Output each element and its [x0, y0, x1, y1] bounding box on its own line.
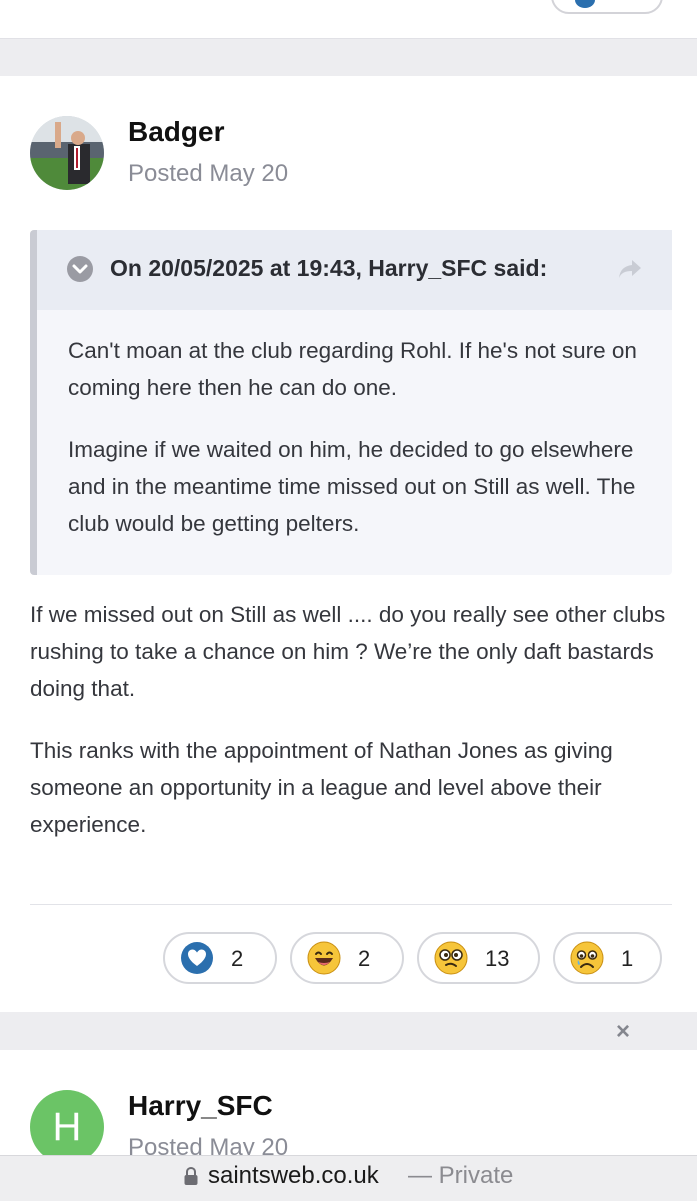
reaction-count: 2: [231, 946, 244, 971]
chevron-down-icon[interactable]: [67, 256, 93, 282]
quote-block: On 20/05/2025 at 19:43, Harry_SFC said: …: [30, 230, 672, 575]
quote-text: Can't moan at the club regarding Rohl. I…: [68, 332, 658, 567]
quote-attribution: On 20/05/2025 at 19:43, Harry_SFC said:: [110, 255, 548, 281]
post-date: Posted May 20: [128, 160, 289, 187]
post-content: If we missed out on Still as well .... d…: [30, 596, 680, 868]
author-name[interactable]: Harry_SFC: [128, 1090, 273, 1122]
reaction-confused[interactable]: 13: [417, 932, 540, 984]
avatar[interactable]: H: [30, 1090, 104, 1164]
quote-paragraph: Imagine if we waited on him, he decided …: [68, 437, 636, 536]
reaction-laugh[interactable]: 2: [290, 932, 404, 984]
previous-post-card: [0, 0, 697, 39]
reaction-count: 13: [485, 946, 510, 971]
post-paragraph: If we missed out on Still as well .... d…: [30, 602, 666, 701]
reaction-sad[interactable]: 1: [553, 932, 662, 984]
heart-icon: [181, 942, 213, 974]
lock-icon: [184, 1166, 198, 1185]
avatar[interactable]: [30, 116, 104, 190]
reaction-count: 1: [621, 946, 634, 971]
author-name[interactable]: Badger: [128, 116, 224, 148]
go-to-quote-icon[interactable]: [617, 258, 643, 285]
post-paragraph: This ranks with the appointment of Natha…: [30, 738, 613, 837]
sad-face-icon: [570, 941, 604, 975]
laughing-face-icon: [307, 941, 341, 975]
close-icon[interactable]: ×: [616, 1018, 630, 1046]
post-separator: [0, 1012, 697, 1050]
confused-face-icon: [434, 941, 468, 975]
divider: [30, 904, 672, 905]
quote-header: On 20/05/2025 at 19:43, Harry_SFC said:: [37, 230, 672, 310]
reaction-heart[interactable]: 2: [163, 932, 277, 984]
reaction-count: 2: [358, 946, 371, 971]
quote-paragraph: Can't moan at the club regarding Rohl. I…: [68, 338, 637, 400]
url-domain[interactable]: saintsweb.co.uk: [208, 1162, 379, 1190]
heart-icon: [575, 0, 595, 8]
reaction-pill-partial[interactable]: [551, 0, 663, 14]
forum-post: Badger Posted May 20 On 20/05/2025 at 19…: [0, 76, 697, 1012]
private-mode-label: — Private: [408, 1162, 514, 1189]
